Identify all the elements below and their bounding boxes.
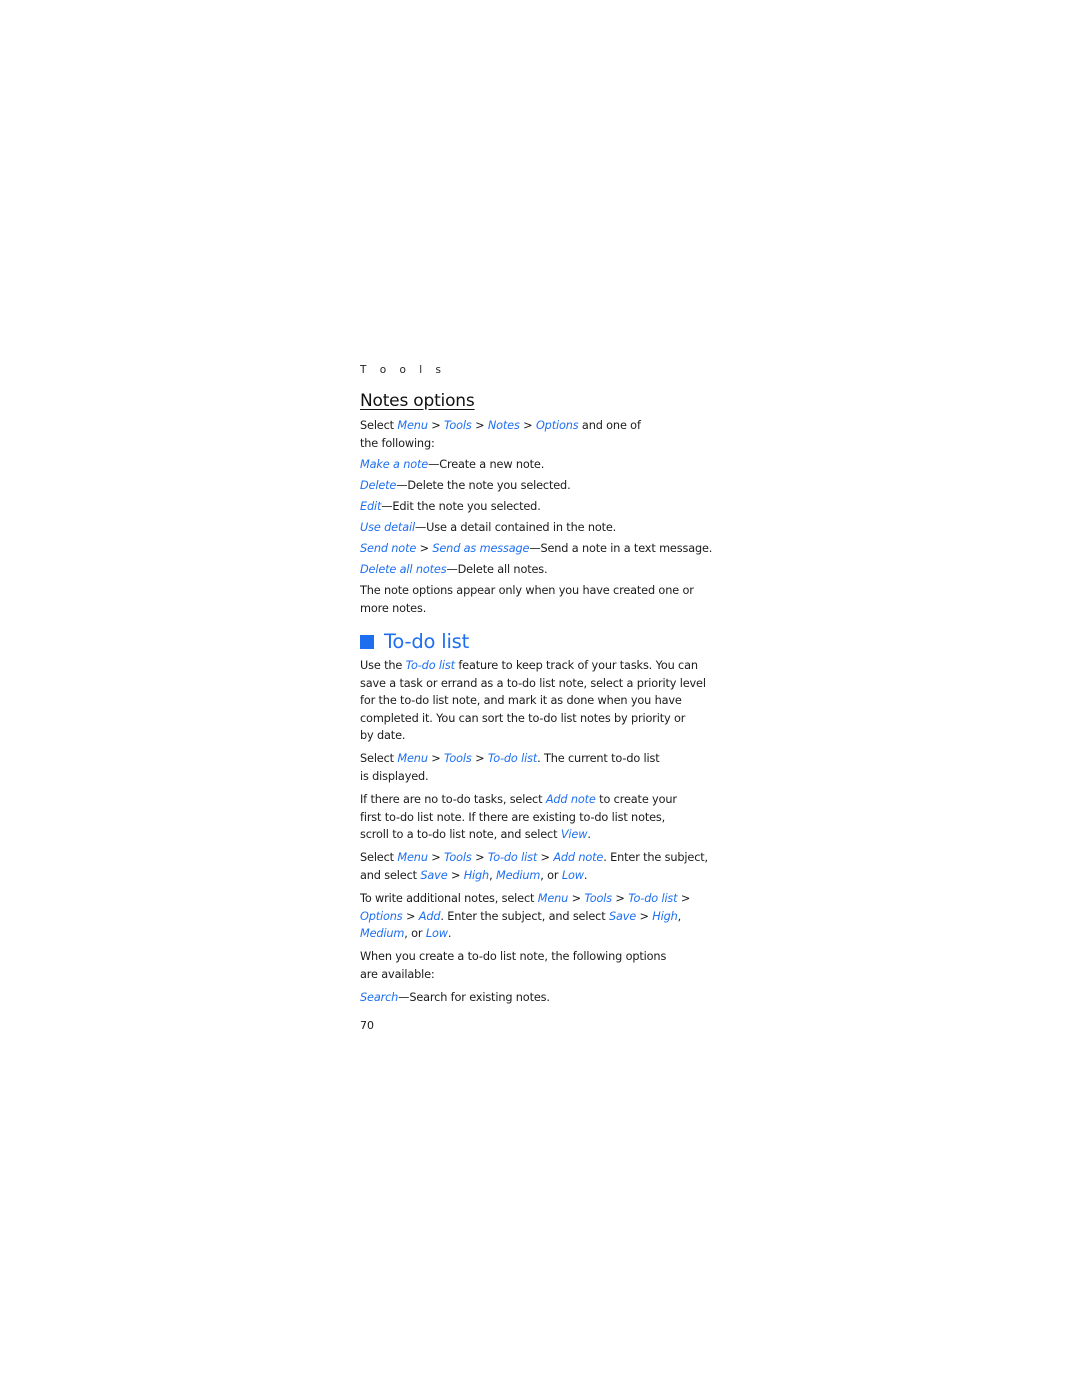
medium-link[interactable]: Medium: [360, 927, 404, 940]
todo-list-link[interactable]: To-do list: [406, 659, 455, 672]
notes-options-intro: Select Menu > Tools > Notes > Options an…: [360, 419, 641, 450]
option-item: Send note > Send as message—Send a note …: [360, 542, 713, 555]
notes-link[interactable]: Notes: [488, 419, 520, 432]
option-item: Make a note—Create a new note.: [360, 458, 545, 471]
todo-open-paragraph: Select Menu > Tools > To-do list. The cu…: [360, 752, 660, 783]
options-link[interactable]: Options: [536, 419, 579, 432]
tools-link[interactable]: Tools: [444, 752, 472, 765]
high-link[interactable]: High: [652, 910, 678, 923]
option-item: Search—Search for existing notes.: [360, 991, 550, 1004]
todo-intro-paragraph: Use the To-do list feature to keep track…: [360, 659, 706, 743]
tools-link[interactable]: Tools: [444, 851, 472, 864]
use-detail-link[interactable]: Use detail: [360, 521, 415, 534]
todo-add-paragraph: If there are no to-do tasks, select Add …: [360, 793, 677, 842]
todo-options-paragraph: When you create a to-do list note, the f…: [360, 950, 667, 981]
menu-link[interactable]: Menu: [397, 752, 428, 765]
add-link[interactable]: Add: [419, 910, 441, 923]
make-a-note-link[interactable]: Make a note: [360, 458, 428, 471]
delete-link[interactable]: Delete: [360, 479, 396, 492]
delete-all-notes-link[interactable]: Delete all notes: [360, 563, 447, 576]
tools-link[interactable]: Tools: [584, 892, 612, 905]
send-note-link[interactable]: Send note: [360, 542, 416, 555]
option-item: Delete—Delete the note you selected.: [360, 479, 571, 492]
options-link[interactable]: Options: [360, 910, 403, 923]
menu-link[interactable]: Menu: [397, 851, 428, 864]
low-link[interactable]: Low: [562, 869, 584, 882]
send-as-message-link[interactable]: Send as message: [432, 542, 529, 555]
menu-link[interactable]: Menu: [538, 892, 569, 905]
todo-create-paragraph: Select Menu > Tools > To-do list > Add n…: [360, 851, 708, 882]
page-number: 70: [360, 1019, 374, 1032]
add-note-link[interactable]: Add note: [546, 793, 596, 806]
running-head: T o o l s: [360, 364, 447, 376]
menu-link[interactable]: Menu: [397, 419, 428, 432]
save-link[interactable]: Save: [609, 910, 636, 923]
todo-list-link[interactable]: To-do list: [488, 752, 537, 765]
todo-list-link[interactable]: To-do list: [628, 892, 677, 905]
tools-link[interactable]: Tools: [444, 419, 472, 432]
view-link[interactable]: View: [561, 828, 588, 841]
add-note-link[interactable]: Add note: [553, 851, 603, 864]
medium-link[interactable]: Medium: [496, 869, 540, 882]
notes-options-note: The note options appear only when you ha…: [360, 584, 694, 615]
option-item: Edit—Edit the note you selected.: [360, 500, 541, 513]
todo-additional-paragraph: To write additional notes, select Menu >…: [360, 892, 691, 941]
edit-link[interactable]: Edit: [360, 500, 381, 513]
todo-list-link[interactable]: To-do list: [488, 851, 537, 864]
todo-list-heading: To-do list: [360, 630, 469, 653]
save-link[interactable]: Save: [420, 869, 447, 882]
low-link[interactable]: Low: [426, 927, 448, 940]
option-item: Delete all notes—Delete all notes.: [360, 563, 548, 576]
square-bullet-icon: [360, 634, 374, 649]
search-link[interactable]: Search: [360, 991, 398, 1004]
notes-options-heading: Notes options: [360, 391, 475, 411]
option-item: Use detail—Use a detail contained in the…: [360, 521, 617, 534]
high-link[interactable]: High: [464, 869, 490, 882]
